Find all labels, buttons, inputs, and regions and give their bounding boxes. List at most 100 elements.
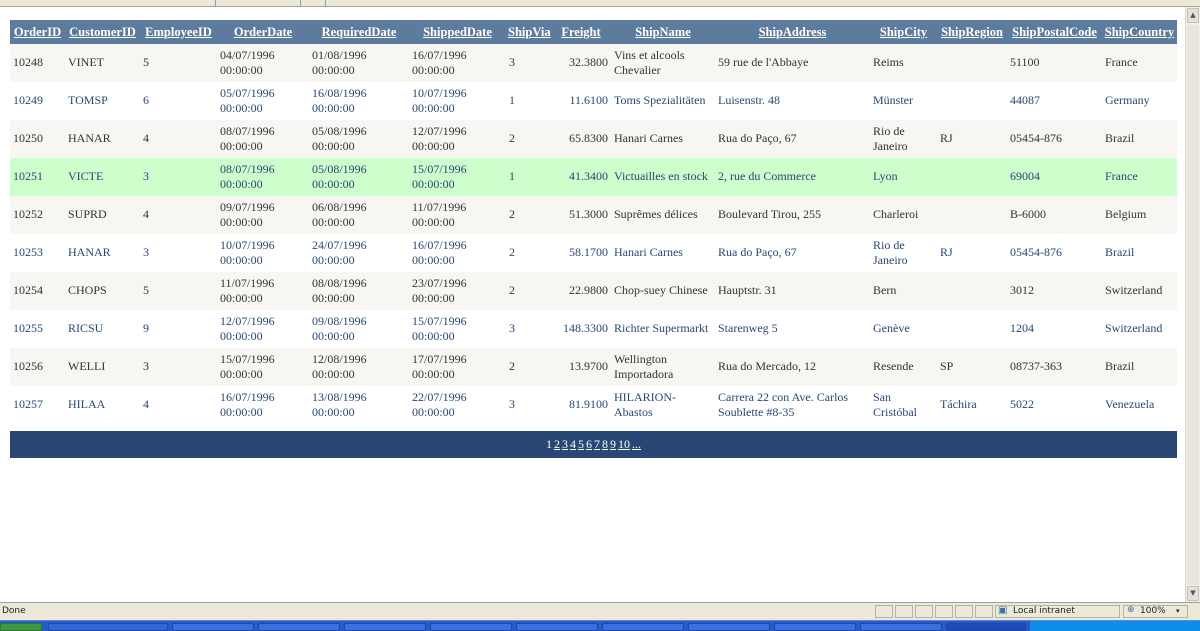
cell-customerid: HANAR — [65, 120, 140, 158]
column-header-requireddate[interactable]: RequiredDate — [309, 20, 409, 44]
cell-freight: 22.9800 — [551, 272, 611, 310]
cell-shipcity: Bern — [870, 272, 937, 310]
pager-page-link[interactable]: 9 — [610, 437, 616, 451]
cell-requireddate: 09/08/1996 00:00:00 — [309, 310, 409, 348]
status-panel — [895, 605, 913, 618]
pager-page-link[interactable]: 10 — [618, 437, 630, 451]
status-panel — [955, 605, 973, 618]
toolbar-segment — [300, 0, 326, 6]
pager-page-link[interactable]: 5 — [578, 437, 584, 451]
column-header-orderdate[interactable]: OrderDate — [217, 20, 309, 44]
table-row[interactable]: 10256 WELLI 3 15/07/1996 00:00:00 12/08/1996… — [10, 348, 1177, 386]
cell-shippeddate: 15/07/1996 00:00:00 — [409, 158, 506, 196]
cell-shipvia: 2 — [506, 234, 551, 272]
column-header-orderid[interactable]: OrderID — [10, 20, 65, 44]
status-panel — [975, 605, 993, 618]
cell-customerid: SUPRD — [65, 196, 140, 234]
cell-shipname: Wellington Importadora — [611, 348, 715, 386]
table-row[interactable]: 10249 TOMSP 6 05/07/1996 00:00:00 16/08/1996… — [10, 82, 1177, 120]
status-panel — [935, 605, 953, 618]
table-row[interactable]: 10250 HANAR 4 08/07/1996 00:00:00 05/08/1996… — [10, 120, 1177, 158]
cell-employeeid: 3 — [140, 348, 217, 386]
status-bar: Done ▣ Local intranet ⊕ 100% ▾ — [0, 602, 1200, 620]
column-header-shipaddress[interactable]: ShipAddress — [715, 20, 870, 44]
cell-shippostalcode: 51100 — [1007, 44, 1102, 82]
cell-shipvia: 3 — [506, 386, 551, 424]
cell-customerid: HILAA — [65, 386, 140, 424]
column-header-freight[interactable]: Freight — [551, 20, 611, 44]
zoom-control[interactable]: ⊕ 100% ▾ — [1123, 605, 1188, 618]
scroll-down-button[interactable]: ▼ — [1187, 586, 1199, 601]
cell-shipregion — [937, 310, 1007, 348]
pager-page-link[interactable]: 7 — [594, 437, 600, 451]
cell-shippeddate: 16/07/1996 00:00:00 — [409, 234, 506, 272]
cell-shipvia: 3 — [506, 310, 551, 348]
cell-shipcity: San Cristóbal — [870, 386, 937, 424]
cell-shipvia: 3 — [506, 44, 551, 82]
pager-page-link[interactable]: 8 — [602, 437, 608, 451]
cell-customerid: VINET — [65, 44, 140, 82]
cell-shipregion: RJ — [937, 234, 1007, 272]
cell-shipregion: Táchira — [937, 386, 1007, 424]
pager-page-link[interactable]: 2 — [554, 437, 560, 451]
cell-orderid: 10250 — [10, 120, 65, 158]
cell-freight: 81.9100 — [551, 386, 611, 424]
scroll-up-button[interactable]: ▲ — [1187, 8, 1199, 23]
cell-freight: 51.3000 — [551, 196, 611, 234]
grid-body: 10248 VINET 5 04/07/1996 00:00:00 01/08/1996… — [10, 44, 1177, 424]
column-header-shipcountry[interactable]: ShipCountry — [1102, 20, 1177, 44]
cell-shippeddate: 23/07/1996 00:00:00 — [409, 272, 506, 310]
column-header-employeeid[interactable]: EmployeeID — [140, 20, 217, 44]
cell-customerid: VICTE — [65, 158, 140, 196]
table-row[interactable]: 10252 SUPRD 4 09/07/1996 00:00:00 06/08/1996… — [10, 196, 1177, 234]
cell-employeeid: 4 — [140, 120, 217, 158]
cell-shipaddress: Carrera 22 con Ave. Carlos Soublette #8-… — [715, 386, 870, 424]
column-header-shipcity[interactable]: ShipCity — [870, 20, 937, 44]
scrollbar-thumb[interactable] — [1187, 25, 1199, 585]
pager-page-link[interactable]: 6 — [586, 437, 592, 451]
cell-shipregion — [937, 196, 1007, 234]
security-zone-panel: ▣ Local intranet — [995, 605, 1120, 618]
cell-shipaddress: Luisenstr. 48 — [715, 82, 870, 120]
cell-shippostalcode: 05454-876 — [1007, 234, 1102, 272]
cell-shipaddress: Starenweg 5 — [715, 310, 870, 348]
cell-shipaddress: 59 rue de l'Abbaye — [715, 44, 870, 82]
cell-shipcity: Charleroi — [870, 196, 937, 234]
vertical-scrollbar[interactable]: ▲ ▼ — [1185, 7, 1200, 602]
cell-shipcity: Lyon — [870, 158, 937, 196]
cell-shippostalcode: 5022 — [1007, 386, 1102, 424]
cell-requireddate: 05/08/1996 00:00:00 — [309, 158, 409, 196]
table-row[interactable]: 10254 CHOPS 5 11/07/1996 00:00:00 08/08/1996… — [10, 272, 1177, 310]
table-row[interactable]: 10257 HILAA 4 16/07/1996 00:00:00 13/08/1996… — [10, 386, 1177, 424]
column-header-shippostalcode[interactable]: ShipPostalCode — [1007, 20, 1102, 44]
cell-orderdate: 09/07/1996 00:00:00 — [217, 196, 309, 234]
cell-shipname: Chop-suey Chinese — [611, 272, 715, 310]
cell-orderdate: 15/07/1996 00:00:00 — [217, 348, 309, 386]
column-header-shipname[interactable]: ShipName — [611, 20, 715, 44]
cell-employeeid: 4 — [140, 386, 217, 424]
zone-label: Local intranet — [1013, 606, 1075, 616]
cell-shippostalcode: 1204 — [1007, 310, 1102, 348]
cell-shipaddress: Hauptstr. 31 — [715, 272, 870, 310]
table-row[interactable]: 10248 VINET 5 04/07/1996 00:00:00 01/08/1996… — [10, 44, 1177, 82]
cell-orderid: 10253 — [10, 234, 65, 272]
cell-shipcountry: France — [1102, 44, 1177, 82]
status-text: Done — [2, 606, 26, 616]
cell-requireddate: 13/08/1996 00:00:00 — [309, 386, 409, 424]
table-row[interactable]: 10253 HANAR 3 10/07/1996 00:00:00 24/07/1996… — [10, 234, 1177, 272]
table-row-selected[interactable]: 10251 VICTE 3 08/07/1996 00:00:00 05/08/1996… — [10, 158, 1177, 196]
cell-shipregion — [937, 272, 1007, 310]
column-header-shipvia[interactable]: ShipVia — [506, 20, 551, 44]
cell-shippostalcode: 44087 — [1007, 82, 1102, 120]
column-header-shippeddate[interactable]: ShippedDate — [409, 20, 506, 44]
column-header-customerid[interactable]: CustomerID — [65, 20, 140, 44]
table-row[interactable]: 10255 RICSU 9 12/07/1996 00:00:00 09/08/1996… — [10, 310, 1177, 348]
page-content: OrderID CustomerID EmployeeID OrderDate Requ… — [0, 7, 1185, 602]
cell-freight: 11.6100 — [551, 82, 611, 120]
toolbar-segment — [215, 0, 301, 6]
pager-page-link[interactable]: 3 — [562, 437, 568, 451]
pager-page-link[interactable]: 4 — [570, 437, 576, 451]
cell-shipcountry: Germany — [1102, 82, 1177, 120]
column-header-shipregion[interactable]: ShipRegion — [937, 20, 1007, 44]
pager-page-link[interactable]: ... — [632, 437, 641, 451]
